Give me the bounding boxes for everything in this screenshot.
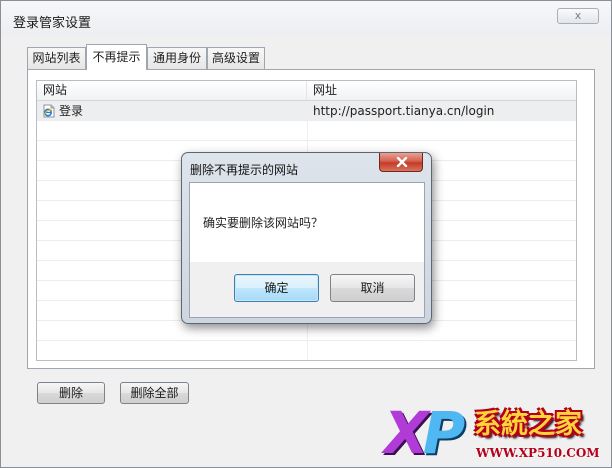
- column-header-url[interactable]: 网址: [307, 81, 576, 101]
- tab-advanced-settings[interactable]: 高级设置: [207, 47, 265, 69]
- ok-button[interactable]: 确定: [234, 274, 319, 302]
- logo-brand-text: 系統之家: [474, 409, 582, 440]
- row-site-url: http://passport.tianya.cn/login: [313, 104, 495, 118]
- window-title: 登录管家设置: [13, 16, 92, 31]
- cancel-button[interactable]: 取消: [330, 274, 415, 302]
- close-icon: x: [574, 9, 582, 22]
- dialog-title: 删除不再提示的网站: [190, 163, 299, 177]
- column-header-site[interactable]: 网站: [37, 81, 307, 101]
- logo-url-text: WWW.XP510.COM: [476, 446, 600, 460]
- dialog-close-button[interactable]: [379, 153, 423, 172]
- dialog-message: 确实要删除该网站吗？: [203, 216, 324, 230]
- row-site-name: 登录: [59, 104, 84, 118]
- watermark-logo: XP 系統之家 WWW.XP510.COM: [384, 404, 612, 468]
- confirm-dialog: 删除不再提示的网站 确实要删除该网站吗？ 确定 取消: [181, 152, 432, 324]
- tab-no-prompt[interactable]: 不再提示: [86, 44, 147, 70]
- title-bar[interactable]: 登录管家设置 x: [1, 1, 611, 35]
- dialog-body: 确实要删除该网站吗？ 确定 取消: [189, 182, 425, 318]
- close-icon: [396, 157, 408, 167]
- tab-site-list[interactable]: 网站列表: [27, 47, 86, 69]
- logo-p-letter: P: [422, 399, 465, 467]
- list-header: 网站 网址: [37, 81, 576, 101]
- delete-button[interactable]: 删除: [37, 382, 105, 404]
- logo-x-letter: X: [384, 399, 429, 467]
- window-close-button[interactable]: x: [557, 8, 599, 24]
- tab-common-identity[interactable]: 通用身份: [147, 47, 207, 69]
- delete-all-button[interactable]: 删除全部: [120, 382, 189, 404]
- logo-xp-mark: XP: [384, 404, 465, 462]
- ie-page-icon: [43, 104, 55, 118]
